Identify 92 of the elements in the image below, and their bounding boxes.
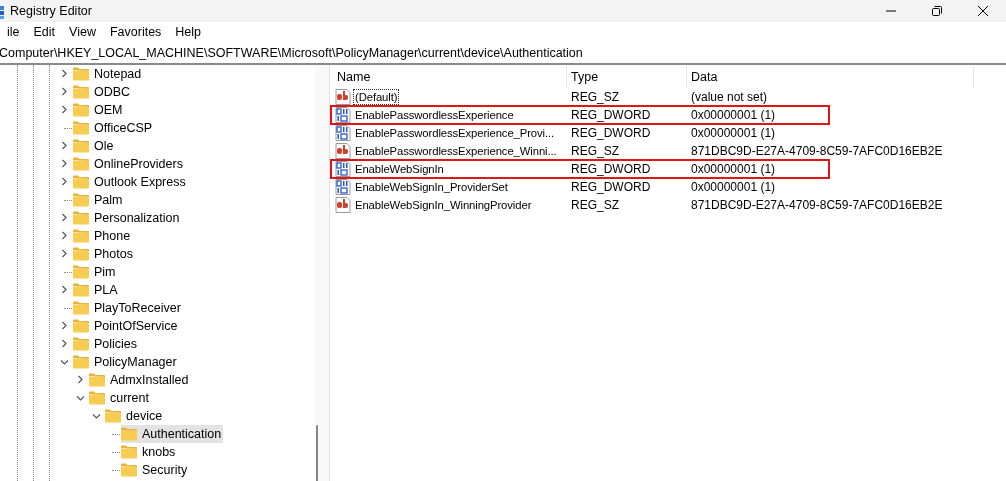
- folder-icon: [73, 139, 89, 153]
- value-type: REG_SZ: [570, 90, 620, 104]
- tree-item[interactable]: OnlineProviders: [73, 155, 185, 173]
- tree-item[interactable]: Pim: [73, 263, 118, 281]
- value-data: 871DBC9D-E27A-4709-8C59-7AFC0D16EB2E: [690, 198, 944, 212]
- chevron-right-icon: [75, 375, 85, 384]
- menu-item[interactable]: ile: [0, 25, 27, 39]
- window-title: Registry Editor: [10, 4, 92, 18]
- folder-icon: [73, 121, 89, 135]
- binary-value-icon: [335, 125, 351, 141]
- value-type: REG_DWORD: [570, 180, 652, 194]
- tree-item[interactable]: Personalization: [73, 209, 182, 227]
- tree-item[interactable]: Ole: [73, 137, 116, 155]
- value-data: 0x00000001 (1): [690, 180, 777, 194]
- folder-icon: [73, 265, 89, 279]
- tree-item[interactable]: PLA: [73, 281, 120, 299]
- value-name[interactable]: EnableWebSignIn_ProviderSet: [353, 179, 510, 195]
- chevron-down-icon: [59, 357, 69, 367]
- tree-item[interactable]: Authentication: [121, 425, 224, 443]
- close-icon: [978, 6, 988, 16]
- folder-icon: [89, 391, 105, 405]
- string-value-icon: [335, 197, 351, 213]
- value-data: (value not set): [690, 90, 769, 104]
- folder-icon: [121, 463, 137, 477]
- tree-item[interactable]: knobs: [121, 443, 178, 461]
- value-data: 0x00000001 (1): [690, 108, 777, 122]
- folder-icon: [105, 409, 121, 423]
- folder-icon: [73, 283, 89, 297]
- binary-value-icon: [335, 179, 351, 195]
- folder-icon: [73, 211, 89, 225]
- tree-item[interactable]: OEM: [73, 101, 125, 119]
- value-data: 0x00000001 (1): [690, 126, 777, 140]
- folder-icon: [121, 445, 137, 459]
- folder-icon: [73, 337, 89, 351]
- tree-item[interactable]: Outlook Express: [73, 173, 188, 191]
- folder-icon: [73, 103, 89, 117]
- string-value-icon: [335, 143, 351, 159]
- value-name[interactable]: EnableWebSignIn_WinningProvider: [353, 197, 534, 213]
- value-type: REG_DWORD: [570, 108, 652, 122]
- folder-icon: [73, 193, 89, 207]
- folder-icon: [121, 427, 137, 441]
- tree-item[interactable]: PolicyManager: [73, 353, 179, 371]
- scrollbar-thumb[interactable]: [316, 425, 318, 481]
- folder-icon: [73, 301, 89, 315]
- tree-item[interactable]: Notepad: [73, 65, 144, 83]
- app-icon: [0, 3, 5, 19]
- chevron-right-icon: [59, 285, 69, 294]
- tree-item[interactable]: current: [89, 389, 151, 407]
- value-name[interactable]: EnableWebSignIn: [353, 161, 446, 177]
- folder-icon: [89, 373, 105, 387]
- value-name[interactable]: (Default): [353, 89, 400, 105]
- folder-icon: [73, 247, 89, 261]
- tree-item[interactable]: AdmxInstalled: [89, 371, 191, 389]
- value-data: 871DBC9D-E27A-4709-8C59-7AFC0D16EB2E: [690, 144, 944, 158]
- value-name[interactable]: EnablePasswordlessExperience: [353, 107, 516, 123]
- folder-icon: [73, 85, 89, 99]
- folder-icon: [73, 175, 89, 189]
- folder-icon: [73, 67, 89, 81]
- value-type: REG_DWORD: [570, 126, 652, 140]
- binary-value-icon: [335, 161, 351, 177]
- value-data: 0x00000001 (1): [690, 162, 777, 176]
- menu-item[interactable]: Favorites: [102, 25, 169, 39]
- tree-item[interactable]: OfficeCSP: [73, 119, 155, 137]
- folder-icon: [73, 355, 89, 369]
- tree-item[interactable]: PointOfService: [73, 317, 180, 335]
- value-name[interactable]: EnablePasswordlessExperience_Provi...: [353, 125, 557, 141]
- binary-value-icon: [335, 107, 351, 123]
- scrollbar[interactable]: [315, 65, 329, 481]
- value-type: REG_SZ: [570, 144, 620, 158]
- column-header[interactable]: Data: [687, 66, 974, 88]
- tree-item[interactable]: Policies: [73, 335, 140, 353]
- tree-item[interactable]: Photos: [73, 245, 135, 263]
- folder-icon: [73, 229, 89, 243]
- menu-item[interactable]: Edit: [26, 25, 63, 39]
- maximize-icon: [932, 6, 942, 16]
- tree-item[interactable]: Phone: [73, 227, 133, 245]
- tree-item[interactable]: PlayToReceiver: [73, 299, 183, 317]
- string-value-icon: [335, 89, 351, 105]
- menu-item[interactable]: View: [62, 25, 103, 39]
- value-type: REG_DWORD: [570, 162, 652, 176]
- tree-item[interactable]: ODBC: [73, 83, 133, 101]
- tree-item[interactable]: device: [105, 407, 165, 425]
- column-header[interactable]: Type: [567, 66, 687, 88]
- tree-item[interactable]: Security: [121, 461, 190, 479]
- folder-icon: [73, 319, 89, 333]
- folder-icon: [73, 157, 89, 171]
- tree-item[interactable]: Palm: [73, 191, 125, 209]
- column-header[interactable]: Name: [333, 66, 567, 88]
- value-name[interactable]: EnablePasswordlessExperience_Winni...: [353, 143, 559, 159]
- menu-item[interactable]: Help: [168, 25, 209, 39]
- address-field[interactable]: Computer\HKEY_LOCAL_MACHINE\SOFTWARE\Microsoft\PolicyManager\current\device\Authentication: [0, 45, 583, 60]
- value-type: REG_SZ: [570, 198, 620, 212]
